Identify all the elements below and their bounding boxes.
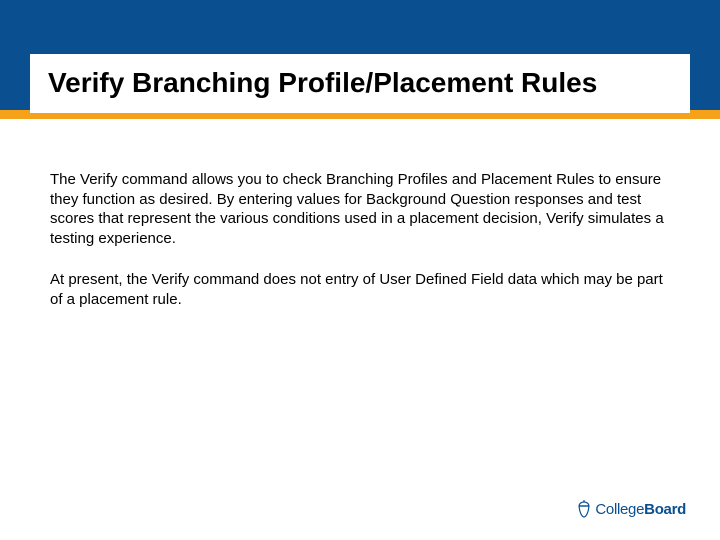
body-paragraph-2: At present, the Verify command does not … — [50, 270, 670, 309]
slide-title: Verify Branching Profile/Placement Rules — [48, 68, 672, 99]
acorn-icon — [577, 500, 591, 518]
logo-text-light: College — [595, 501, 644, 518]
footer-logo: CollegeBoard — [577, 500, 686, 518]
slide: Verify Branching Profile/Placement Rules… — [0, 0, 720, 540]
title-box: Verify Branching Profile/Placement Rules — [30, 54, 690, 113]
body-area: The Verify command allows you to check B… — [50, 170, 670, 331]
logo-text-bold: Board — [644, 501, 686, 518]
logo-text: CollegeBoard — [595, 501, 686, 518]
body-paragraph-1: The Verify command allows you to check B… — [50, 170, 670, 248]
